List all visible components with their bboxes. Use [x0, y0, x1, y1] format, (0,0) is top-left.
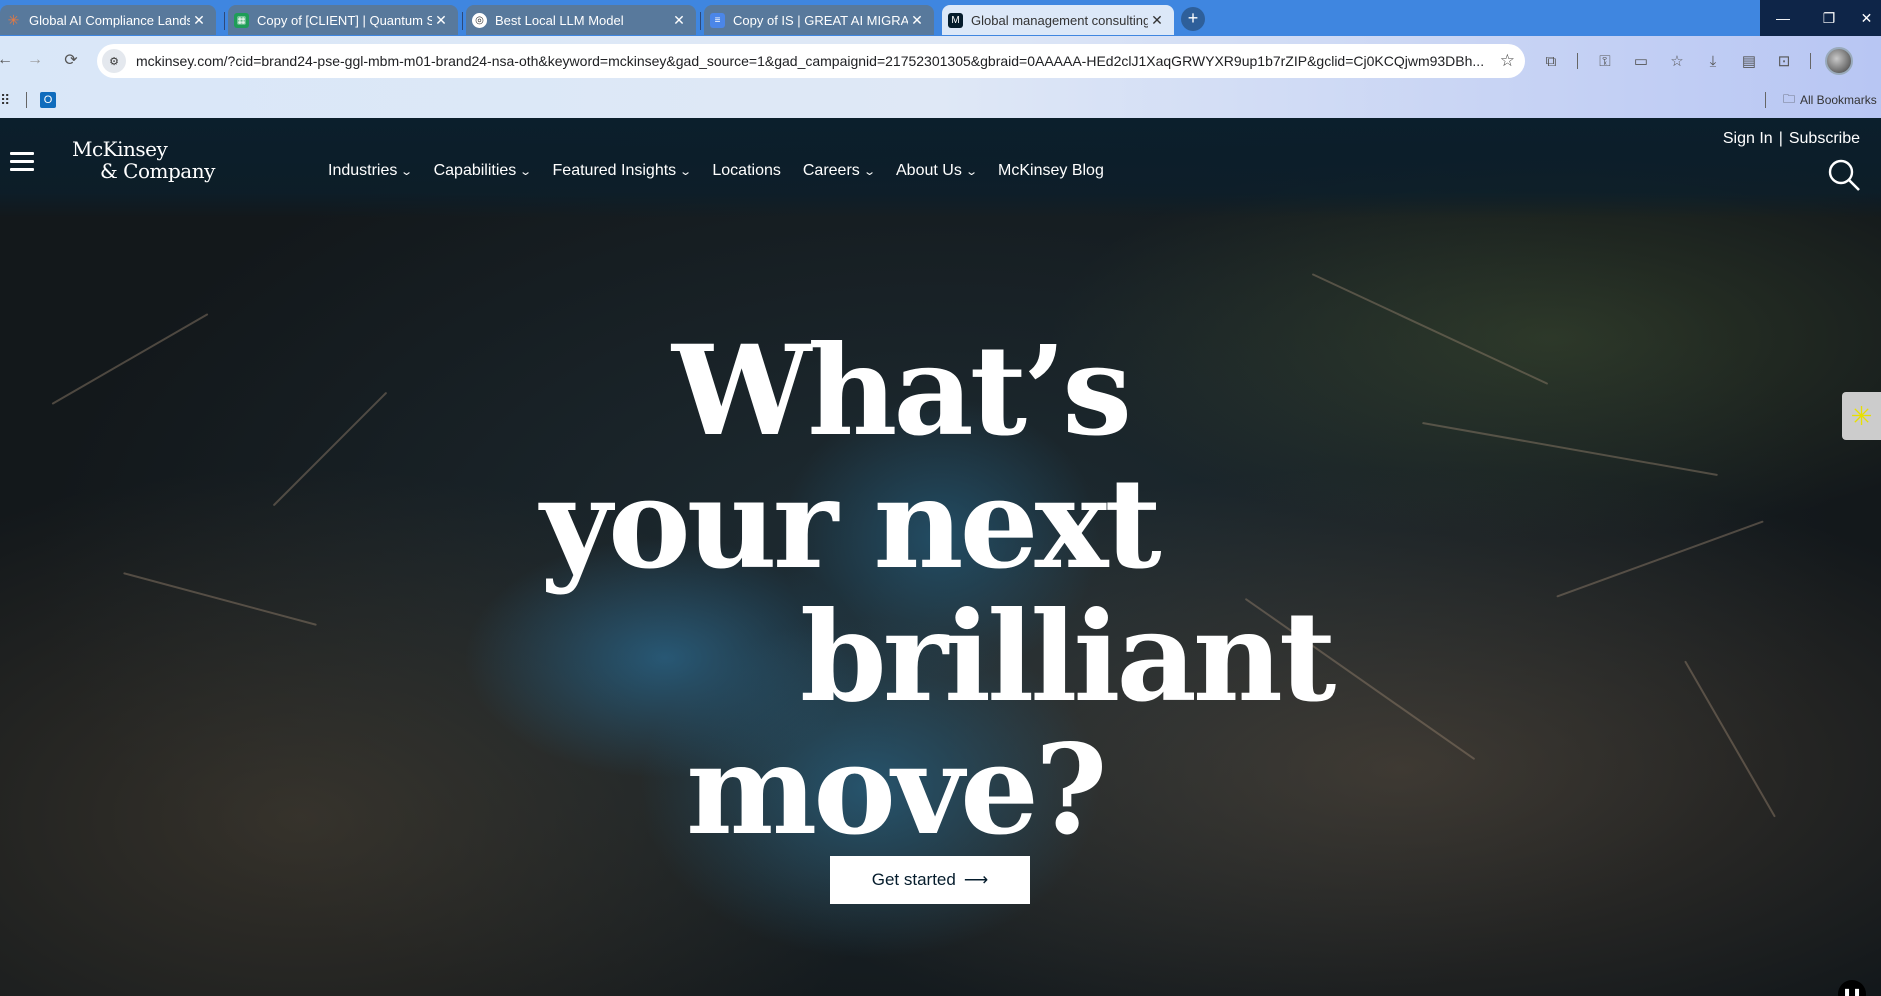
browser-tab[interactable]: ✳ Global AI Compliance Landscap ✕ — [0, 5, 216, 35]
restore-icon[interactable]: ❐ — [1806, 0, 1852, 36]
chatgpt-icon: ◎ — [472, 12, 487, 28]
passwords-icon[interactable]: ⚿ — [1594, 50, 1616, 72]
all-bookmarks-label: All Bookmarks — [1800, 93, 1877, 107]
close-icon[interactable]: ✕ — [190, 11, 208, 29]
tab-search-icon[interactable]: ⊡ — [1773, 50, 1795, 72]
downloads-icon[interactable]: ⤓ — [1702, 50, 1724, 72]
browser-tab[interactable]: ▦ Copy of [CLIENT] | Quantum Sa ✕ — [228, 5, 458, 35]
close-icon[interactable]: ✕ — [908, 11, 926, 29]
site-info-icon[interactable]: ⚙ — [102, 49, 126, 73]
sheets-icon: ▦ — [234, 12, 249, 28]
tab-title: Copy of IS | GREAT AI MIGRATIC — [733, 12, 908, 28]
close-icon[interactable]: ✕ — [670, 11, 688, 29]
bookmark-star-icon[interactable]: ☆ — [1500, 51, 1515, 71]
close-window-icon[interactable]: ✕ — [1852, 0, 1881, 36]
folder-icon: 🗀 — [1783, 91, 1796, 106]
tab-title: Global management consulting — [971, 12, 1148, 28]
payment-card-icon[interactable]: ▭ — [1630, 50, 1652, 72]
new-tab-button[interactable]: + — [1181, 7, 1205, 31]
get-started-button[interactable]: Get started ⟶ — [830, 856, 1030, 904]
browser-tab[interactable]: ≡ Copy of IS | GREAT AI MIGRATIC ✕ — [704, 5, 934, 35]
tab-title: Global AI Compliance Landscap — [29, 12, 190, 28]
hero-headline-line2: your next — [540, 452, 1162, 597]
bookmarks-icon[interactable]: ☆ — [1666, 50, 1688, 72]
hero-headline-line1: What’s — [672, 319, 1132, 464]
forward-icon[interactable]: → — [24, 49, 46, 71]
browser-tab-strip: ✳ Global AI Compliance Landscap ✕ ▦ Copy… — [0, 0, 1881, 36]
mckinsey-icon: M — [948, 12, 963, 28]
outlook-icon[interactable]: O — [40, 90, 56, 110]
back-icon[interactable]: ← — [0, 49, 16, 71]
hero-headline-line3: brilliant — [800, 585, 1336, 730]
apps-icon[interactable]: ⠿ — [0, 90, 10, 110]
all-bookmarks-folder[interactable]: 🗀 All Bookmarks — [1783, 90, 1877, 110]
browser-tab[interactable]: ◎ Best Local LLM Model ✕ — [466, 5, 696, 35]
close-icon[interactable]: ✕ — [1148, 11, 1166, 29]
url-text[interactable]: mckinsey.com/?cid=brand24-pse-ggl-mbm-m0… — [136, 53, 1491, 69]
hero-headline-line4: move? — [686, 718, 1108, 863]
extensions-icon[interactable]: ⧉ — [1540, 50, 1562, 72]
cta-label: Get started — [871, 870, 956, 889]
website-viewport: McKinsey & Company Industries ⌄ Capabilit… — [0, 118, 1881, 996]
minimize-icon[interactable]: — — [1760, 0, 1806, 36]
side-panel-icon[interactable]: ▤ — [1738, 50, 1760, 72]
docs-icon: ≡ — [710, 12, 725, 28]
address-bar[interactable]: ⚙ mckinsey.com/?cid=brand24-pse-ggl-mbm-… — [97, 44, 1525, 78]
tab-title: Copy of [CLIENT] | Quantum Sa — [257, 12, 432, 28]
accessibility-widget-icon[interactable]: ✳ — [1842, 392, 1881, 440]
arrow-right-icon: ⟶ — [963, 870, 989, 889]
close-icon[interactable]: ✕ — [432, 11, 450, 29]
hero-section: What’s your next brilliant move? Get sta… — [0, 118, 1881, 996]
tab-title: Best Local LLM Model — [495, 12, 624, 28]
claude-icon: ✳ — [7, 11, 20, 28]
profile-avatar[interactable] — [1825, 47, 1853, 75]
reload-icon[interactable]: ⟳ — [60, 49, 82, 71]
browser-tab-active[interactable]: M Global management consulting ✕ — [942, 5, 1174, 35]
